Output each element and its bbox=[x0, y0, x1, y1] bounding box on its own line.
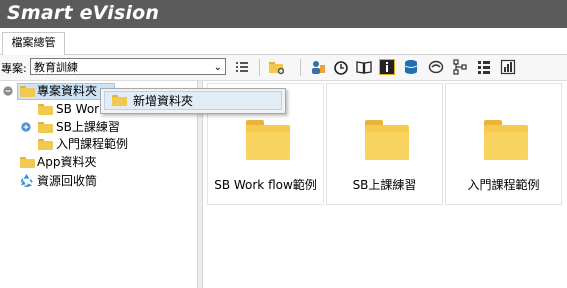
folder-icon bbox=[246, 120, 290, 160]
folder-card[interactable]: SB上課練習 bbox=[326, 83, 443, 205]
context-menu: 新增資料夾 bbox=[100, 88, 286, 114]
recycle-bin-icon bbox=[20, 173, 33, 188]
toolbar-separator bbox=[300, 59, 301, 76]
expand-icon[interactable] bbox=[21, 122, 31, 132]
folder-card-label: SB Work flow範例 bbox=[214, 178, 317, 192]
folder-icon bbox=[484, 120, 528, 160]
tree-item-sb-practice[interactable]: SB上課練習 bbox=[56, 118, 120, 136]
tree-item-intro-course[interactable]: 入門課程範例 bbox=[56, 135, 128, 153]
report-chart-icon[interactable] bbox=[500, 59, 516, 75]
info-icon[interactable] bbox=[379, 59, 395, 75]
folder-icon bbox=[38, 122, 53, 133]
folder-card[interactable]: 入門課程範例 bbox=[445, 83, 562, 205]
title-bar: Smart eVision bbox=[0, 0, 567, 28]
toolbar: 專案: 教育訓練 ⌄ bbox=[0, 55, 567, 81]
tab-strip: 檔案總管 bbox=[0, 28, 567, 56]
detail-list-icon[interactable] bbox=[476, 59, 492, 75]
toolbar-separator bbox=[259, 59, 260, 76]
folder-icon bbox=[20, 86, 35, 97]
book-icon[interactable] bbox=[356, 59, 372, 75]
project-select[interactable]: 教育訓練 ⌄ bbox=[30, 58, 226, 75]
folder-icon bbox=[38, 104, 53, 115]
new-folder-icon[interactable] bbox=[268, 59, 284, 75]
tree-item-recycle-bin[interactable]: 資源回收筒 bbox=[37, 172, 97, 190]
app-title: Smart eVision bbox=[7, 2, 160, 24]
hierarchy-icon[interactable] bbox=[452, 59, 468, 75]
list-view-icon[interactable] bbox=[234, 59, 250, 75]
chevron-down-icon: ⌄ bbox=[213, 62, 222, 73]
context-menu-item-new-folder[interactable]: 新增資料夾 bbox=[104, 91, 282, 110]
folder-icon bbox=[20, 157, 35, 168]
folder-card-label: 入門課程範例 bbox=[467, 178, 540, 192]
user-permission-icon[interactable] bbox=[310, 59, 326, 75]
folder-icon bbox=[365, 120, 409, 160]
clock-icon[interactable] bbox=[333, 59, 349, 75]
context-menu-item-label: 新增資料夾 bbox=[133, 94, 194, 108]
database-icon[interactable] bbox=[403, 59, 419, 75]
collapse-icon[interactable] bbox=[3, 86, 13, 96]
new-folder-icon bbox=[112, 95, 127, 106]
tree-item-project-folder[interactable]: 專案資料夾 bbox=[37, 82, 97, 100]
tree-item-app-folder[interactable]: App資料夾 bbox=[37, 153, 96, 171]
folder-icon bbox=[38, 139, 53, 150]
project-label: 專案: bbox=[1, 62, 27, 75]
folder-card-label: SB上課練習 bbox=[352, 178, 417, 192]
tab-file-explorer[interactable]: 檔案總管 bbox=[2, 32, 65, 56]
sync-icon[interactable] bbox=[428, 59, 444, 75]
project-select-value: 教育訓練 bbox=[34, 61, 78, 74]
